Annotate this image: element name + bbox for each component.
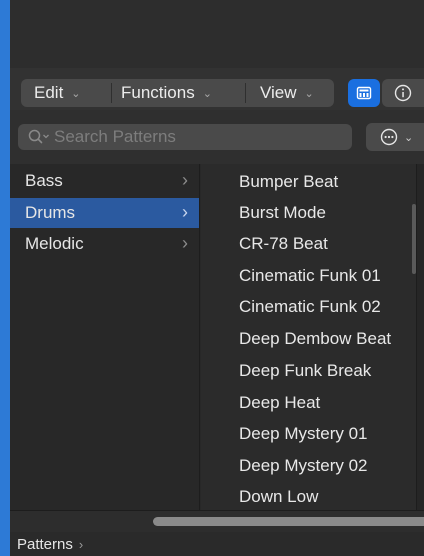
category-item-drums[interactable]: Drums › <box>10 198 200 228</box>
functions-menu-button[interactable]: Functions ⌄ <box>112 79 245 107</box>
chevron-down-icon: ⌄ <box>304 87 314 100</box>
browser-view-toggle-button[interactable] <box>348 79 380 107</box>
chevron-down-icon: ⌄ <box>71 87 81 100</box>
category-item-melodic[interactable]: Melodic › <box>10 229 200 259</box>
pattern-item[interactable]: Bumper Beat <box>201 166 411 197</box>
chevron-right-icon: › <box>182 233 188 253</box>
chevron-down-icon: ⌄ <box>202 87 212 100</box>
chevron-down-icon: ⌄ <box>404 131 414 144</box>
horizontal-scrollbar-thumb[interactable] <box>153 517 424 526</box>
chevron-right-icon: › <box>182 170 188 190</box>
more-options-button[interactable]: ⌄ <box>366 123 424 151</box>
column-divider <box>199 164 200 510</box>
pattern-label: CR-78 Beat <box>239 233 328 253</box>
pattern-label: Down Low <box>239 486 319 506</box>
path-bar: Patterns › <box>10 532 424 556</box>
search-field[interactable] <box>18 124 352 150</box>
info-button[interactable] <box>382 79 424 107</box>
search-input[interactable] <box>54 127 324 147</box>
pattern-item[interactable]: Cinematic Funk 02 <box>201 291 411 322</box>
category-label: Melodic <box>25 234 84 253</box>
pattern-label: Burst Mode <box>239 202 326 222</box>
path-root-label[interactable]: Patterns <box>17 536 73 553</box>
toolbar: Edit ⌄ Functions ⌄ View ⌄ <box>10 68 424 110</box>
functions-menu-label: Functions <box>121 83 195 102</box>
category-label: Drums <box>25 203 76 222</box>
pattern-item[interactable]: Deep Funk Break <box>201 355 411 386</box>
category-column: Bass › Drums › Melodic › <box>10 164 200 510</box>
pattern-label: Bumper Beat <box>239 171 339 191</box>
pattern-item[interactable]: CR-78 Beat <box>201 228 411 259</box>
pattern-label: Deep Dembow Beat <box>239 328 392 348</box>
pattern-item[interactable]: Deep Heat <box>201 387 411 418</box>
window-edge <box>0 0 10 556</box>
edit-menu-label: Edit <box>34 83 64 102</box>
category-label: Bass <box>25 171 63 190</box>
title-bar <box>10 0 424 68</box>
view-menu-label: View <box>260 83 297 102</box>
pattern-label: Deep Mystery 02 <box>239 455 368 475</box>
chevron-right-icon: › <box>182 202 188 222</box>
detail-column <box>416 164 424 510</box>
pattern-item[interactable]: Down Low <box>201 481 411 512</box>
pattern-label: Deep Funk Break <box>239 360 372 380</box>
info-icon <box>394 84 412 102</box>
pattern-item[interactable]: Burst Mode <box>201 197 411 228</box>
pattern-item[interactable]: Cinematic Funk 01 <box>201 260 411 291</box>
view-menu-button[interactable]: View ⌄ <box>246 79 334 107</box>
pattern-label: Deep Heat <box>239 392 321 412</box>
category-item-bass[interactable]: Bass › <box>10 166 200 196</box>
pattern-label: Cinematic Funk 01 <box>239 265 381 285</box>
ellipsis-circle-icon <box>380 128 398 146</box>
pattern-item[interactable]: Deep Dembow Beat <box>201 323 411 354</box>
edit-menu-button[interactable]: Edit ⌄ <box>21 79 111 107</box>
pattern-item[interactable]: Deep Mystery 02 <box>201 450 411 481</box>
pattern-label: Cinematic Funk 02 <box>239 296 381 316</box>
pattern-list-column: Bumper Beat Burst Mode CR-78 Beat Cinema… <box>201 164 416 510</box>
pattern-label: Deep Mystery 01 <box>239 423 368 443</box>
pattern-item[interactable]: Deep Mystery 01 <box>201 418 411 449</box>
browser-layout-icon <box>356 86 372 100</box>
chevron-right-icon: › <box>78 536 84 552</box>
search-bar-row: ⌄ <box>10 110 424 164</box>
horizontal-scrollbar-track <box>10 510 424 532</box>
search-icon <box>28 129 49 144</box>
